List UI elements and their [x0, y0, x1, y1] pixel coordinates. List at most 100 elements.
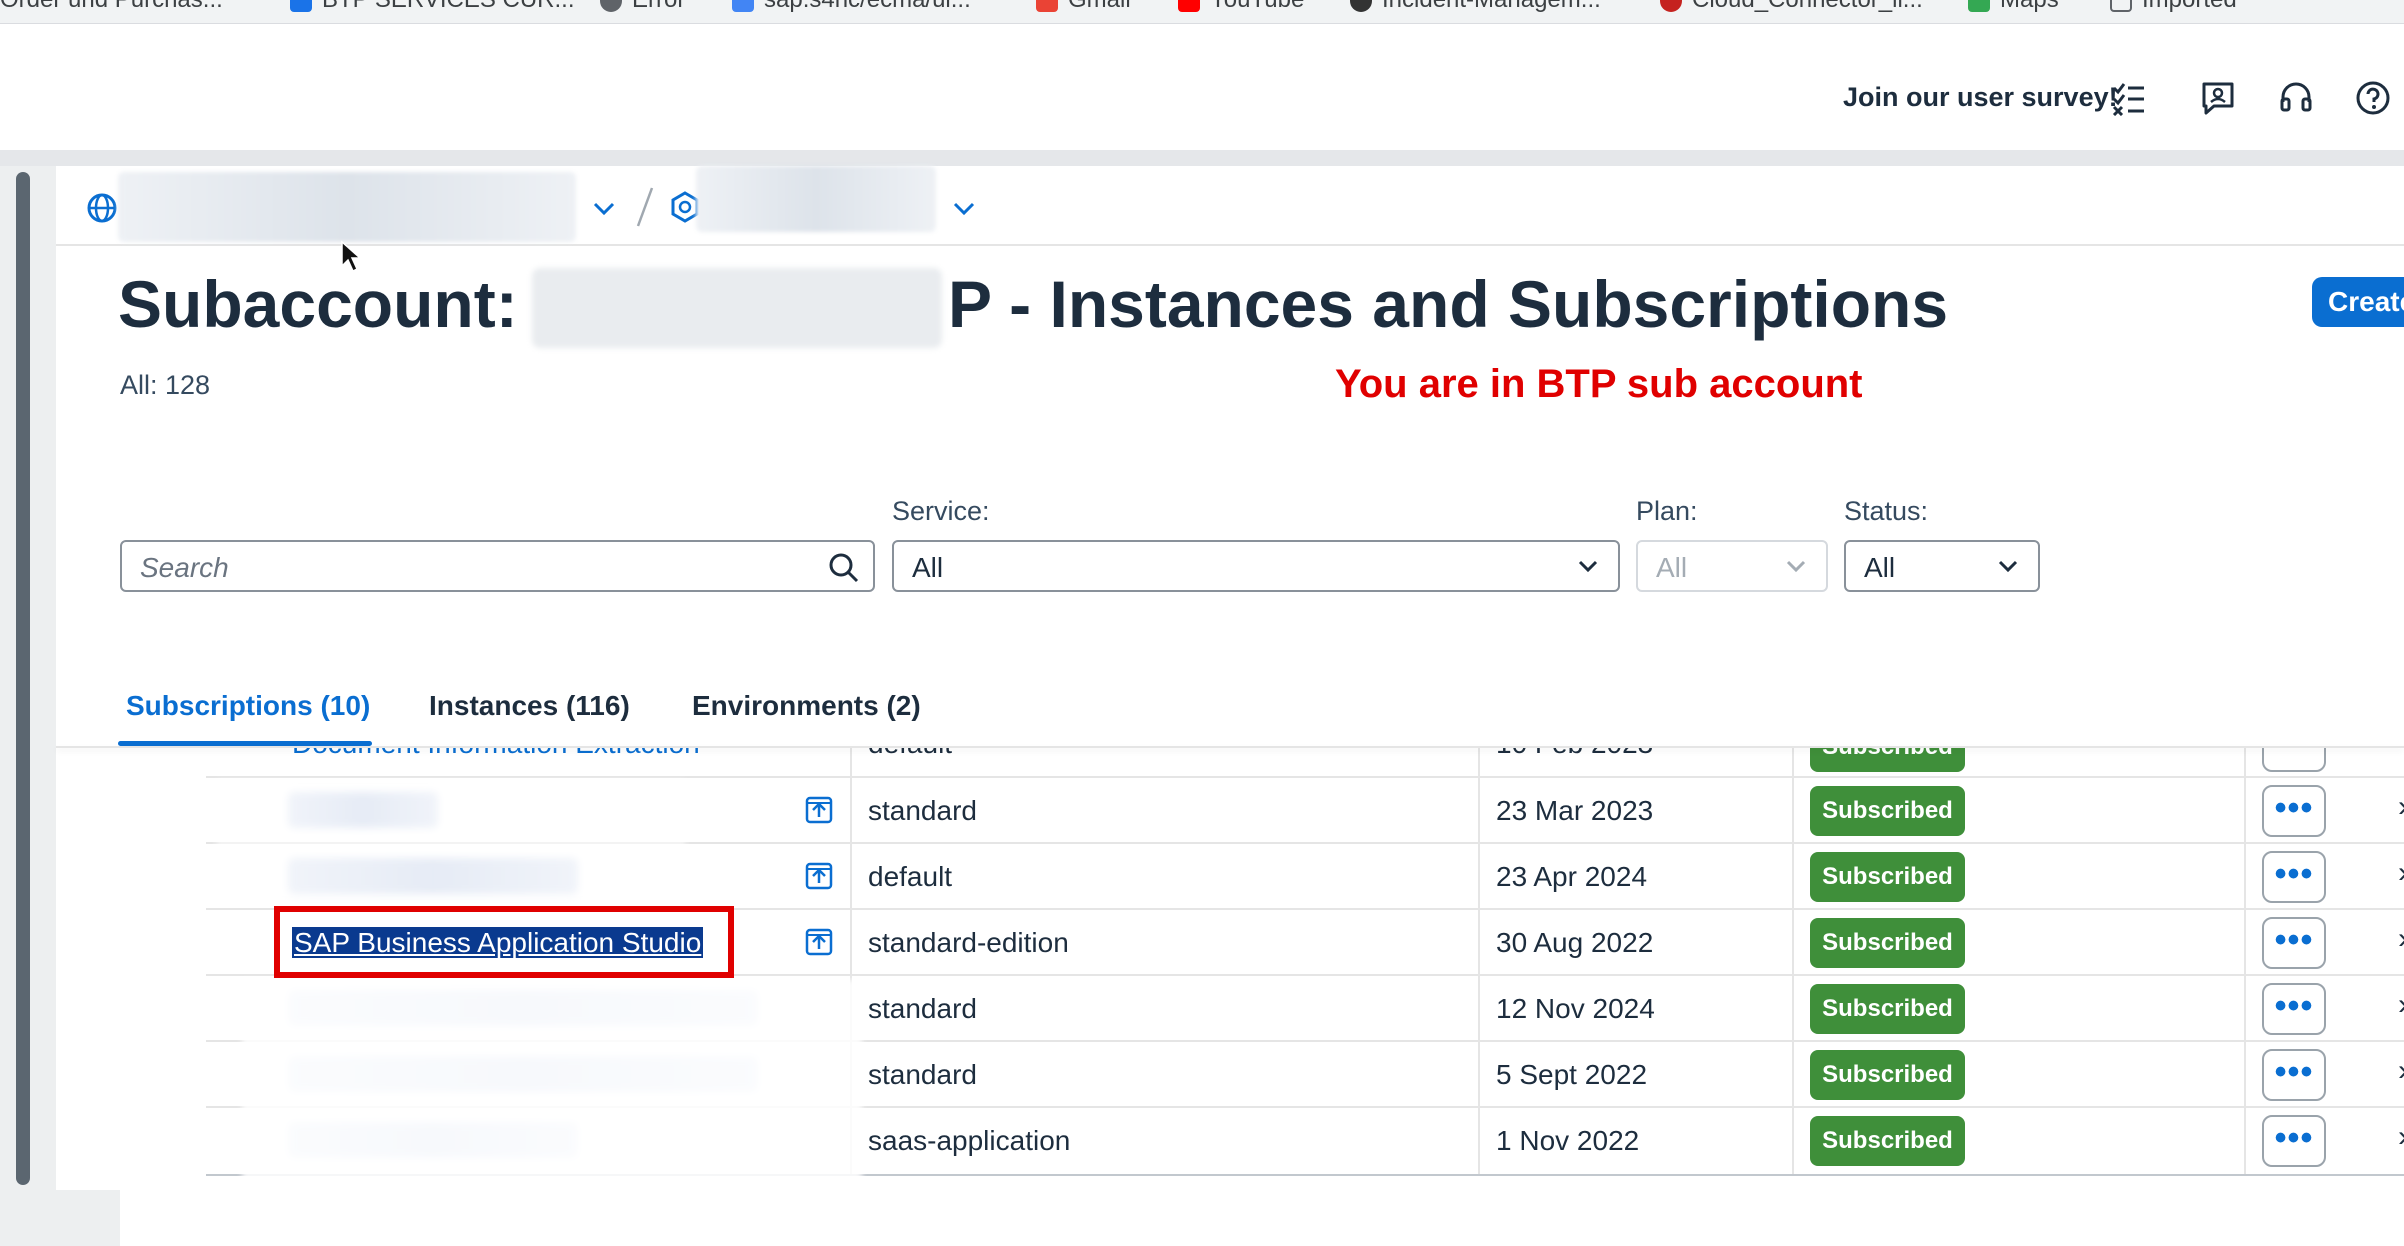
chevron-down-icon [1578, 560, 1598, 573]
bookmark-item[interactable]: BTP SERVICES CUR... [290, 0, 575, 14]
help-icon[interactable] [2355, 80, 2391, 116]
shell-separator [0, 150, 2404, 166]
chevron-down-icon[interactable] [952, 196, 976, 220]
row-navigation-arrow[interactable]: › [2398, 1120, 2404, 1154]
status-badge: Subscribed [1810, 918, 1965, 968]
date-cell: 10 Feb 2023 [1496, 748, 1653, 760]
search-input[interactable]: Search [120, 540, 875, 592]
create-button[interactable]: Create [2312, 277, 2404, 327]
redaction-blur [532, 268, 942, 348]
more-actions-button[interactable]: ••• [2262, 1115, 2326, 1167]
bookmark-icon [290, 0, 312, 12]
chevron-down-icon [1786, 560, 1806, 573]
plan-cell: standard [868, 993, 977, 1024]
service-filter-label: Service: [892, 496, 990, 526]
row-divider [206, 776, 2404, 778]
plan-select[interactable]: All [1636, 540, 1828, 592]
highlight-annotation-box [274, 906, 734, 978]
status-badge: Subscribed [1810, 984, 1965, 1034]
row-navigation-arrow[interactable]: › [2398, 988, 2404, 1022]
row-navigation-arrow[interactable]: › [2398, 922, 2404, 956]
tab-environments[interactable]: Environments (2) [692, 690, 921, 722]
side-scrollbar[interactable] [16, 172, 30, 1185]
plan-cell: standard [868, 1059, 977, 1090]
feedback-icon[interactable] [2200, 80, 2236, 116]
status-badge: Subscribed [1810, 1050, 1965, 1100]
date-cell: 1 Nov 2022 [1496, 1125, 1640, 1156]
gmail-icon [1036, 0, 1058, 12]
status-badge: Subscribed [1810, 786, 1965, 836]
shell-bar: Join our user survey! [0, 46, 2404, 150]
status-badge: Subscribed [1810, 1116, 1965, 1166]
chevron-down-icon[interactable] [592, 196, 616, 220]
search-icon[interactable] [828, 552, 860, 584]
go-to-application-icon[interactable] [804, 861, 834, 891]
column-divider [2244, 748, 2246, 1174]
bookmark-item[interactable]: Error [600, 0, 685, 14]
chevron-down-icon [1998, 560, 2018, 573]
survey-link[interactable]: Join our user survey! [1843, 82, 2118, 113]
date-cell: 30 Aug 2022 [1496, 927, 1654, 958]
bookmarks-bar: Order und Purchas... BTP SERVICES CUR...… [0, 0, 2404, 24]
tab-subscriptions[interactable]: Subscriptions (10) [126, 690, 370, 722]
column-divider [1792, 748, 1794, 1174]
global-account-name-redacted[interactable] [118, 172, 576, 242]
breadcrumb-separator [636, 187, 654, 227]
subscriptions-table: Document Information Extraction default … [56, 748, 2404, 1246]
subscription-name-link[interactable]: Document Information Extraction [292, 748, 700, 760]
github-icon [1350, 0, 1372, 12]
bookmark-item[interactable]: Incident-Managem... [1350, 0, 1601, 14]
bookmark-item[interactable]: Imported [2110, 0, 2237, 14]
plan-cell: default [868, 861, 953, 892]
status-select[interactable]: All [1844, 540, 2040, 592]
folder-icon [2110, 0, 2132, 12]
bookmark-item[interactable]: Maps [1968, 0, 2059, 14]
date-cell: 23 Mar 2023 [1496, 795, 1654, 826]
more-actions-button[interactable]: ••• [2262, 785, 2326, 837]
column-divider [1478, 748, 1480, 1174]
status-filter-label: Status: [1844, 496, 1929, 526]
subaccount-name-redacted[interactable] [696, 166, 936, 232]
more-actions-button[interactable]: ••• [2262, 983, 2326, 1035]
plan-cell: standard [868, 795, 977, 826]
bookmark-item[interactable]: Gmail [1036, 0, 1131, 14]
date-cell: 23 Apr 2024 [1496, 861, 1648, 892]
annotation-note: You are in BTP sub account [1335, 362, 1863, 406]
more-actions-button[interactable]: ••• [2262, 1049, 2326, 1101]
date-cell: 12 Nov 2024 [1496, 993, 1655, 1024]
youtube-icon [1178, 0, 1200, 12]
tab-instances[interactable]: Instances (116) [429, 690, 630, 722]
plan-cell: default [868, 748, 952, 760]
bookmark-item[interactable]: Order und Purchas... [0, 0, 223, 14]
plan-cell: saas-application [868, 1125, 1071, 1156]
row-navigation-arrow[interactable]: › [2398, 790, 2404, 824]
redaction-mask [216, 780, 686, 900]
service-select[interactable]: All [892, 540, 1620, 592]
date-cell: 5 Sept 2022 [1496, 1059, 1648, 1090]
more-actions-button[interactable]: ••• [2262, 748, 2326, 772]
bookmark-icon [600, 0, 622, 12]
row-navigation-arrow[interactable]: › [2398, 856, 2404, 890]
status-badge: Subscribed [1810, 748, 1965, 772]
support-headset-icon[interactable] [2278, 80, 2314, 116]
more-actions-button[interactable]: ••• [2262, 851, 2326, 903]
bookmark-icon [1660, 0, 1682, 12]
breadcrumb [56, 166, 2404, 246]
row-navigation-arrow[interactable]: › [2398, 1054, 2404, 1088]
tabs-divider [56, 746, 2404, 748]
plan-filter-label: Plan: [1636, 496, 1698, 526]
go-to-application-icon[interactable] [804, 927, 834, 957]
go-to-application-icon[interactable] [804, 795, 834, 825]
plan-cell: standard-edition [868, 927, 1069, 958]
page-gutter [56, 1190, 120, 1246]
bookmark-item[interactable]: Cloud_Connector_li... [1660, 0, 1923, 14]
bookmark-item[interactable]: sap.s4hc/ecma/ui... [732, 0, 971, 14]
maps-icon [1968, 0, 1990, 12]
status-badge: Subscribed [1810, 852, 1965, 902]
checklist-icon[interactable] [2111, 80, 2147, 116]
bookmark-icon [732, 0, 754, 12]
bookmark-item[interactable]: YouTube [1178, 0, 1304, 14]
globe-icon [87, 193, 117, 223]
page-title: Subaccount: P - Instances and Subscripti… [118, 267, 1949, 341]
more-actions-button[interactable]: ••• [2262, 917, 2326, 969]
